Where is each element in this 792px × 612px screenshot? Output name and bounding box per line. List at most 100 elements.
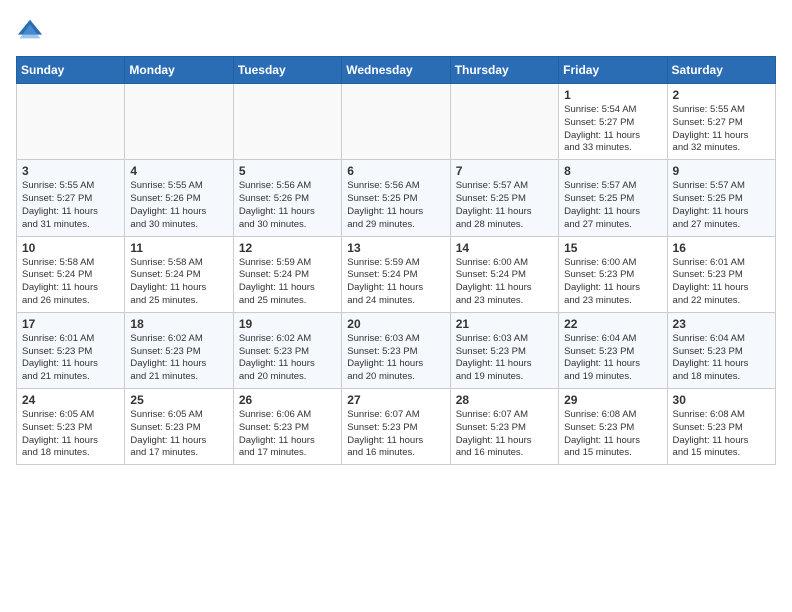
day-info: Sunrise: 6:00 AM Sunset: 5:24 PM Dayligh… (456, 257, 553, 308)
calendar-cell: 4Sunrise: 5:55 AM Sunset: 5:26 PM Daylig… (125, 160, 233, 236)
calendar-cell: 2Sunrise: 5:55 AM Sunset: 5:27 PM Daylig… (667, 84, 775, 160)
calendar-cell: 16 Sunrise: 6:01 AM Sunset: 5:23 PM Dayli… (667, 236, 775, 312)
calendar-cell: 11 Sunrise: 5:58 AM Sunset: 5:24 PM Dayli… (125, 236, 233, 312)
weekday-friday: Friday (559, 57, 667, 84)
day-number: 26 (239, 393, 336, 407)
weekday-wednesday: Wednesday (342, 57, 450, 84)
day-number: 28 (456, 393, 553, 407)
day-number: 13 (347, 241, 444, 255)
calendar-cell (125, 84, 233, 160)
calendar-cell: 18 Sunrise: 6:02 AM Sunset: 5:23 PM Dayli… (125, 312, 233, 388)
calendar-cell: 25 Sunrise: 6:05 AM Sunset: 5:23 PM Dayli… (125, 389, 233, 465)
day-number: 29 (564, 393, 661, 407)
day-info: Sunrise: 6:04 AM Sunset: 5:23 PM Dayligh… (564, 333, 661, 384)
calendar-cell (342, 84, 450, 160)
day-number: 5 (239, 164, 336, 178)
calendar-cell: 13 Sunrise: 5:59 AM Sunset: 5:24 PM Dayli… (342, 236, 450, 312)
day-number: 7 (456, 164, 553, 178)
week-row-2: 3 Sunrise: 5:55 AM Sunset: 5:27 PM Daylig… (17, 160, 776, 236)
day-info: Sunrise: 6:02 AM Sunset: 5:23 PM Dayligh… (239, 333, 336, 384)
day-number: 15 (564, 241, 661, 255)
week-row-3: 10 Sunrise: 5:58 AM Sunset: 5:24 PM Dayli… (17, 236, 776, 312)
calendar-cell: 10 Sunrise: 5:58 AM Sunset: 5:24 PM Dayli… (17, 236, 125, 312)
day-info: Sunrise: 5:55 AM Sunset: 5:27 PM Dayligh… (22, 180, 119, 231)
calendar-cell (233, 84, 341, 160)
calendar-cell: 28 Sunrise: 6:07 AM Sunset: 5:23 PM Dayli… (450, 389, 558, 465)
calendar-cell: 22Sunrise: 6:04 AM Sunset: 5:23 PM Dayli… (559, 312, 667, 388)
calendar-cell: 19 Sunrise: 6:02 AM Sunset: 5:23 PM Dayli… (233, 312, 341, 388)
calendar-table: SundayMondayTuesdayWednesdayThursdayFrid… (16, 56, 776, 465)
day-number: 16 (673, 241, 770, 255)
logo-icon (16, 16, 44, 44)
calendar-cell: 9 Sunrise: 5:57 AM Sunset: 5:25 PM Daylig… (667, 160, 775, 236)
day-info: Sunrise: 5:59 AM Sunset: 5:24 PM Dayligh… (347, 257, 444, 308)
day-info: Sunrise: 6:01 AM Sunset: 5:23 PM Dayligh… (22, 333, 119, 384)
page-header (16, 16, 776, 44)
day-number: 9 (673, 164, 770, 178)
calendar-cell: 14 Sunrise: 6:00 AM Sunset: 5:24 PM Dayli… (450, 236, 558, 312)
calendar-cell: 12 Sunrise: 5:59 AM Sunset: 5:24 PM Dayli… (233, 236, 341, 312)
day-number: 3 (22, 164, 119, 178)
day-info: Sunrise: 6:02 AM Sunset: 5:23 PM Dayligh… (130, 333, 227, 384)
day-number: 20 (347, 317, 444, 331)
day-info: Sunrise: 5:58 AM Sunset: 5:24 PM Dayligh… (130, 257, 227, 308)
calendar-cell: 5Sunrise: 5:56 AM Sunset: 5:26 PM Daylig… (233, 160, 341, 236)
day-number: 4 (130, 164, 227, 178)
day-number: 27 (347, 393, 444, 407)
day-number: 23 (673, 317, 770, 331)
calendar-cell (17, 84, 125, 160)
day-info: Sunrise: 6:06 AM Sunset: 5:23 PM Dayligh… (239, 409, 336, 460)
day-info: Sunrise: 6:08 AM Sunset: 5:23 PM Dayligh… (564, 409, 661, 460)
week-row-4: 17 Sunrise: 6:01 AM Sunset: 5:23 PM Dayli… (17, 312, 776, 388)
weekday-header-row: SundayMondayTuesdayWednesdayThursdayFrid… (17, 57, 776, 84)
weekday-monday: Monday (125, 57, 233, 84)
day-info: Sunrise: 5:54 AM Sunset: 5:27 PM Dayligh… (564, 104, 661, 155)
day-info: Sunrise: 5:55 AM Sunset: 5:27 PM Dayligh… (673, 104, 770, 155)
day-number: 18 (130, 317, 227, 331)
day-number: 25 (130, 393, 227, 407)
calendar-cell: 6 Sunrise: 5:56 AM Sunset: 5:25 PM Daylig… (342, 160, 450, 236)
day-info: Sunrise: 5:56 AM Sunset: 5:25 PM Dayligh… (347, 180, 444, 231)
day-info: Sunrise: 5:57 AM Sunset: 5:25 PM Dayligh… (456, 180, 553, 231)
day-info: Sunrise: 6:07 AM Sunset: 5:23 PM Dayligh… (347, 409, 444, 460)
logo (16, 16, 48, 44)
weekday-saturday: Saturday (667, 57, 775, 84)
day-info: Sunrise: 6:08 AM Sunset: 5:23 PM Dayligh… (673, 409, 770, 460)
calendar-cell: 1 Sunrise: 5:54 AM Sunset: 5:27 PM Daylig… (559, 84, 667, 160)
day-info: Sunrise: 5:57 AM Sunset: 5:25 PM Dayligh… (673, 180, 770, 231)
day-number: 17 (22, 317, 119, 331)
day-info: Sunrise: 5:58 AM Sunset: 5:24 PM Dayligh… (22, 257, 119, 308)
day-number: 19 (239, 317, 336, 331)
day-number: 12 (239, 241, 336, 255)
day-number: 24 (22, 393, 119, 407)
calendar-cell: 26 Sunrise: 6:06 AM Sunset: 5:23 PM Dayli… (233, 389, 341, 465)
calendar-cell (450, 84, 558, 160)
day-info: Sunrise: 6:05 AM Sunset: 5:23 PM Dayligh… (130, 409, 227, 460)
calendar-cell: 8Sunrise: 5:57 AM Sunset: 5:25 PM Daylig… (559, 160, 667, 236)
week-row-1: 1 Sunrise: 5:54 AM Sunset: 5:27 PM Daylig… (17, 84, 776, 160)
calendar-cell: 29 Sunrise: 6:08 AM Sunset: 5:23 PM Dayli… (559, 389, 667, 465)
weekday-tuesday: Tuesday (233, 57, 341, 84)
calendar-cell: 30 Sunrise: 6:08 AM Sunset: 5:23 PM Dayli… (667, 389, 775, 465)
weekday-sunday: Sunday (17, 57, 125, 84)
day-info: Sunrise: 5:59 AM Sunset: 5:24 PM Dayligh… (239, 257, 336, 308)
day-info: Sunrise: 6:04 AM Sunset: 5:23 PM Dayligh… (673, 333, 770, 384)
weekday-thursday: Thursday (450, 57, 558, 84)
day-number: 10 (22, 241, 119, 255)
day-info: Sunrise: 6:03 AM Sunset: 5:23 PM Dayligh… (456, 333, 553, 384)
day-info: Sunrise: 6:03 AM Sunset: 5:23 PM Dayligh… (347, 333, 444, 384)
calendar-cell: 20 Sunrise: 6:03 AM Sunset: 5:23 PM Dayli… (342, 312, 450, 388)
week-row-5: 24 Sunrise: 6:05 AM Sunset: 5:23 PM Dayli… (17, 389, 776, 465)
day-info: Sunrise: 5:57 AM Sunset: 5:25 PM Dayligh… (564, 180, 661, 231)
calendar-cell: 23 Sunrise: 6:04 AM Sunset: 5:23 PM Dayli… (667, 312, 775, 388)
day-number: 30 (673, 393, 770, 407)
calendar-cell: 3 Sunrise: 5:55 AM Sunset: 5:27 PM Daylig… (17, 160, 125, 236)
calendar-cell: 21Sunrise: 6:03 AM Sunset: 5:23 PM Dayli… (450, 312, 558, 388)
day-number: 11 (130, 241, 227, 255)
day-info: Sunrise: 6:01 AM Sunset: 5:23 PM Dayligh… (673, 257, 770, 308)
day-number: 1 (564, 88, 661, 102)
day-number: 6 (347, 164, 444, 178)
day-info: Sunrise: 6:07 AM Sunset: 5:23 PM Dayligh… (456, 409, 553, 460)
day-number: 14 (456, 241, 553, 255)
day-info: Sunrise: 6:05 AM Sunset: 5:23 PM Dayligh… (22, 409, 119, 460)
